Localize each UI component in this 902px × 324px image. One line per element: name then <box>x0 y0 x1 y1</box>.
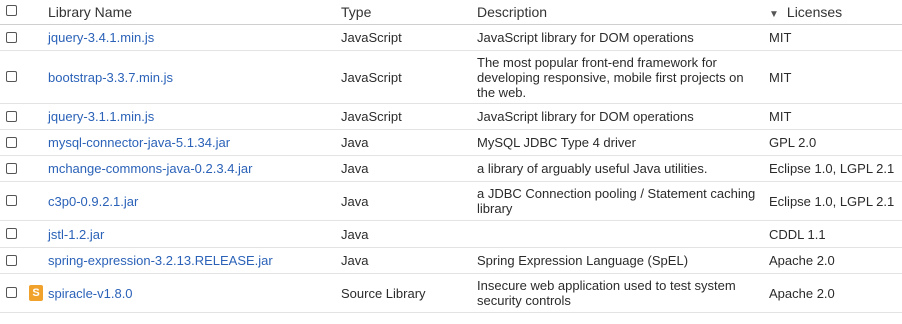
library-name-link[interactable]: c3p0-0.9.2.1.jar <box>48 194 138 209</box>
column-header-licenses-label: Licenses <box>786 4 843 20</box>
sort-desc-icon[interactable]: ▼ <box>769 9 779 20</box>
library-table: Library Name Type Description ▼ Licenses … <box>0 0 902 313</box>
library-license: Eclipse 1.0, LGPL 2.1 <box>769 155 902 182</box>
row-select-cell <box>0 129 48 156</box>
library-type: Java <box>341 129 477 156</box>
row-select-cell <box>0 24 48 51</box>
row-checkbox[interactable] <box>6 287 17 298</box>
library-name-link[interactable]: jquery-3.1.1.min.js <box>48 109 154 124</box>
library-name-link[interactable]: jstl-1.2.jar <box>48 227 104 242</box>
library-license: Apache 2.0 <box>769 273 902 313</box>
row-checkbox[interactable] <box>6 71 17 82</box>
library-description: a JDBC Connection pooling / Statement ca… <box>477 181 769 221</box>
table-row: c3p0-0.9.2.1.jar Java a JDBC Connection … <box>0 181 902 221</box>
table-row: jquery-3.1.1.min.js JavaScript JavaScrip… <box>0 103 902 130</box>
library-type: Java <box>341 155 477 182</box>
library-description: Spring Expression Language (SpEL) <box>477 247 769 274</box>
row-checkbox[interactable] <box>6 228 17 239</box>
library-name-link[interactable]: bootstrap-3.3.7.min.js <box>48 70 173 85</box>
column-header-type[interactable]: Type <box>341 0 477 25</box>
row-select-cell <box>0 50 48 104</box>
library-name-link[interactable]: spring-expression-3.2.13.RELEASE.jar <box>48 253 273 268</box>
library-type: JavaScript <box>341 24 477 51</box>
row-checkbox[interactable] <box>6 136 17 148</box>
library-type: JavaScript <box>341 50 477 104</box>
library-type: Java <box>341 220 477 248</box>
column-header-description[interactable]: Description <box>477 0 769 25</box>
table-row: spring-expression-3.2.13.RELEASE.jar Jav… <box>0 247 902 274</box>
row-checkbox[interactable] <box>6 195 17 206</box>
select-all-checkbox[interactable] <box>6 5 17 16</box>
row-checkbox[interactable] <box>6 162 17 174</box>
library-type: Source Library <box>341 273 477 313</box>
row-select-cell <box>0 103 48 130</box>
library-license: MIT <box>769 24 902 51</box>
library-license: Eclipse 1.0, LGPL 2.1 <box>769 181 902 221</box>
row-checkbox[interactable] <box>6 254 17 266</box>
row-select-cell <box>0 155 48 182</box>
library-description: JavaScript library for DOM operations <box>477 103 769 130</box>
table-row: mysql-connector-java-5.1.34.jar Java MyS… <box>0 129 902 156</box>
table-row: jstl-1.2.jar Java CDDL 1.1 <box>0 220 902 248</box>
library-description: a library of arguably useful Java utilit… <box>477 155 769 182</box>
row-checkbox[interactable] <box>6 31 17 43</box>
library-license: CDDL 1.1 <box>769 220 902 248</box>
library-type: JavaScript <box>341 103 477 130</box>
library-description <box>477 220 769 248</box>
library-license: GPL 2.0 <box>769 129 902 156</box>
row-select-cell <box>0 181 48 221</box>
library-description: Insecure web application used to test sy… <box>477 273 769 313</box>
column-header-library-name[interactable]: Library Name <box>48 0 341 25</box>
row-checkbox[interactable] <box>6 110 17 122</box>
library-description: The most popular front-end framework for… <box>477 50 769 104</box>
table-header-row: Library Name Type Description ▼ Licenses <box>0 0 902 25</box>
row-select-cell: S <box>0 273 48 313</box>
library-license: MIT <box>769 50 902 104</box>
table-row: S spiracle-v1.8.0 Source Library Insecur… <box>0 273 902 313</box>
library-type: Java <box>341 181 477 221</box>
table-row: mchange-commons-java-0.2.3.4.jar Java a … <box>0 155 902 182</box>
column-header-licenses[interactable]: ▼ Licenses <box>769 0 902 25</box>
library-name-link[interactable]: mchange-commons-java-0.2.3.4.jar <box>48 161 252 176</box>
row-select-cell <box>0 247 48 274</box>
library-type: Java <box>341 247 477 274</box>
select-all-cell <box>0 0 48 25</box>
table-row: bootstrap-3.3.7.min.js JavaScript The mo… <box>0 50 902 104</box>
library-name-link[interactable]: jquery-3.4.1.min.js <box>48 30 154 45</box>
library-name-link[interactable]: mysql-connector-java-5.1.34.jar <box>48 135 230 150</box>
library-license: MIT <box>769 103 902 130</box>
table-row: jquery-3.4.1.min.js JavaScript JavaScrip… <box>0 24 902 51</box>
library-name-link[interactable]: spiracle-v1.8.0 <box>48 286 133 301</box>
library-description: JavaScript library for DOM operations <box>477 24 769 51</box>
source-library-badge: S <box>29 285 43 301</box>
library-description: MySQL JDBC Type 4 driver <box>477 129 769 156</box>
row-select-cell <box>0 220 48 248</box>
library-license: Apache 2.0 <box>769 247 902 274</box>
